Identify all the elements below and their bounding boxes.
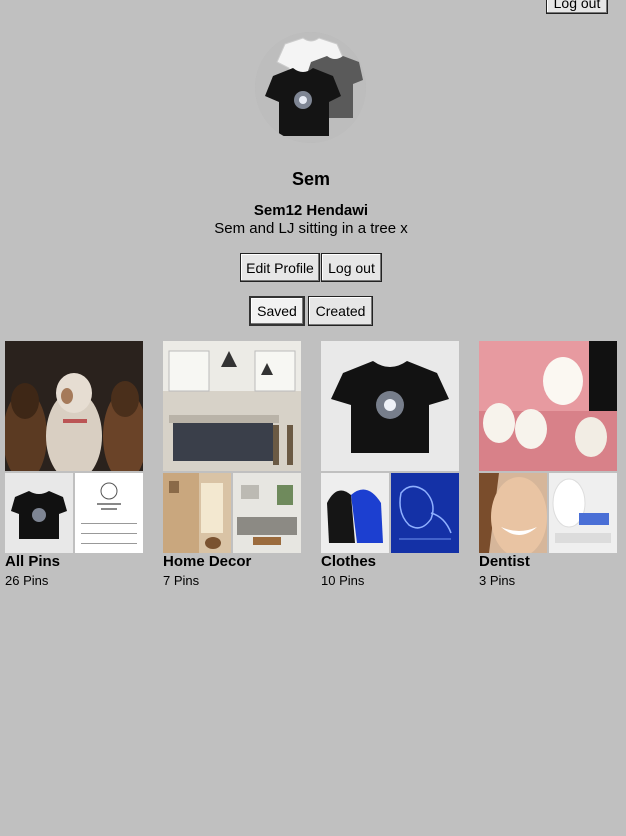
tshirt-photo [321,341,459,471]
hoodies-photo [321,473,389,553]
tab-created[interactable]: Created [308,296,373,326]
dental-work-photo [549,473,617,553]
edit-profile-button[interactable]: Edit Profile [240,253,320,282]
board-title: Clothes [321,553,377,570]
header-logout-button[interactable]: Log out [546,0,608,14]
board-count: 3 Pins [479,573,516,588]
blue-print-photo [391,473,459,553]
board-cover [479,341,617,553]
board-count: 7 Pins [163,573,200,588]
board-home-decor[interactable]: Home Decor 7 Pins [163,341,301,588]
board-clothes[interactable]: Clothes 10 Pins [321,341,459,588]
profile-bio: Sem and LJ sitting in a tree x [214,220,408,237]
profile-avatar [255,32,366,143]
board-cover [5,341,143,553]
document-photo [75,473,143,553]
board-title: Home Decor [163,553,252,570]
profile-logout-button[interactable]: Log out [321,253,382,282]
board-dentist[interactable]: Dentist 3 Pins [479,341,617,588]
tshirt-photo [5,473,73,553]
smile-photo [479,473,547,553]
tab-saved[interactable]: Saved [249,296,305,326]
teeth-photo [479,341,617,471]
profile-display-name: Sem [291,169,331,189]
board-all-pins[interactable]: All Pins 26 Pins [5,341,143,588]
board-count: 26 Pins [5,573,49,588]
tshirts-photo-icon [255,32,366,143]
board-cover [163,341,301,553]
lounge-photo [233,473,301,553]
board-title: All Pins [5,553,61,570]
dogs-photo [5,341,143,471]
profile-full-name: Sem12 Hendawi [253,202,369,219]
living-photo [163,473,231,553]
kitchen-photo [163,341,301,471]
board-count: 10 Pins [321,573,365,588]
board-title: Dentist [479,553,530,570]
board-cover [321,341,459,553]
